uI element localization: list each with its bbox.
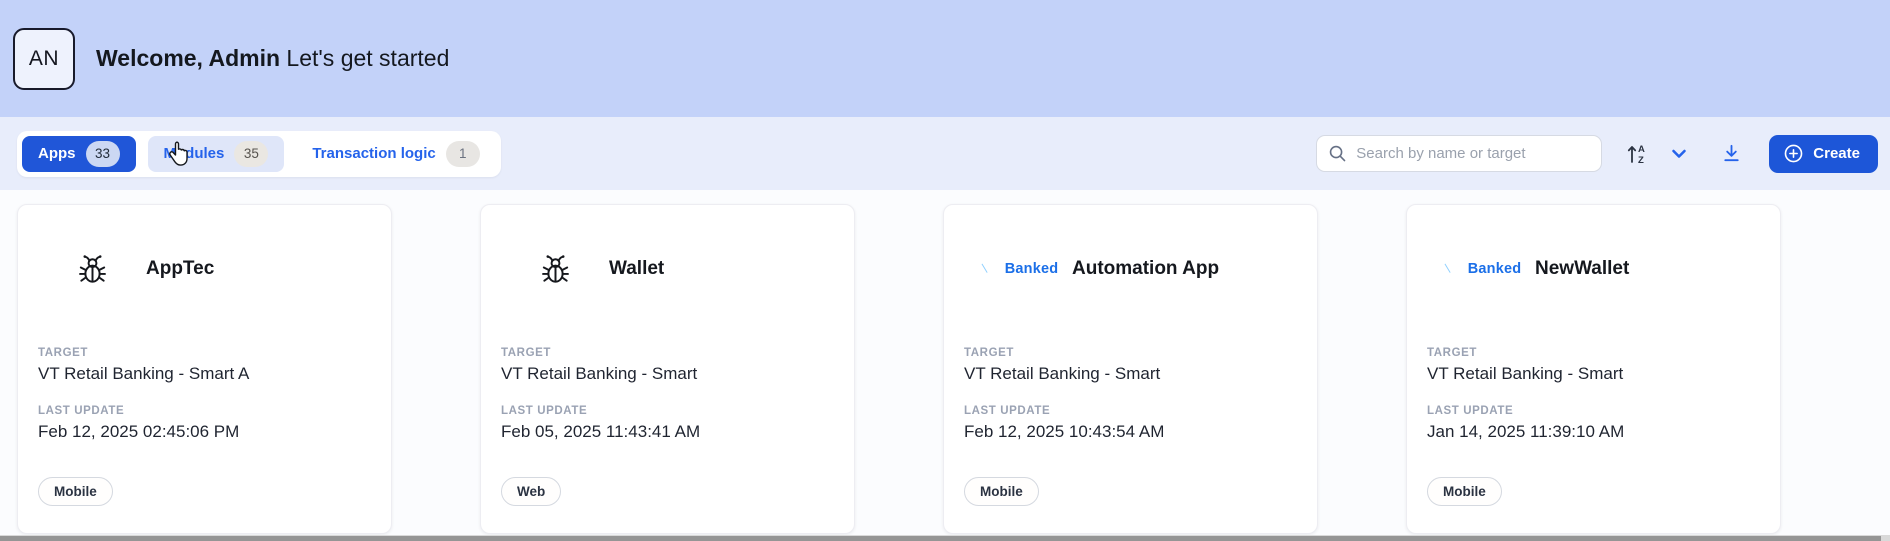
main-content: Banked AppTec TARGET VT Retail Banking -…: [0, 190, 1890, 541]
app-card-title: Automation App: [1072, 258, 1219, 280]
plus-circle-icon: [1783, 143, 1804, 164]
last-update-label: LAST UPDATE: [38, 405, 371, 417]
target-label: TARGET: [38, 347, 371, 359]
last-update-value: Jan 14, 2025 11:39:10 AM: [1427, 422, 1760, 442]
card-header: Banked NewWallet: [1427, 249, 1760, 289]
last-update-value: Feb 05, 2025 11:43:41 AM: [501, 422, 834, 442]
banked-logo: Banked: [978, 260, 1059, 278]
tab-transaction-logic[interactable]: Transaction logic 1: [296, 136, 495, 172]
target-field: TARGET VT Retail Banking - Smart A: [38, 347, 371, 384]
banked-logo-text: Banked: [1468, 261, 1522, 277]
welcome-title: Welcome, Admin Let's get started: [96, 45, 449, 72]
target-label: TARGET: [1427, 347, 1760, 359]
target-field: TARGET VT Retail Banking - Smart: [964, 347, 1297, 384]
sort-az-icon[interactable]: A Z: [1620, 137, 1654, 171]
target-value: VT Retail Banking - Smart A: [38, 364, 371, 384]
horizontal-scrollbar[interactable]: [0, 535, 1890, 541]
target-value: VT Retail Banking - Smart: [1427, 364, 1760, 384]
search-box[interactable]: [1316, 135, 1602, 172]
target-field: TARGET VT Retail Banking - Smart: [1427, 347, 1760, 384]
chevron-down-icon[interactable]: [1664, 139, 1694, 169]
tab-apps[interactable]: Apps 33: [22, 136, 136, 172]
app-icon-box: Banked: [1427, 260, 1535, 278]
sort-group: A Z: [1620, 137, 1694, 171]
app-card[interactable]: Banked Automation App TARGET VT Retail B…: [943, 204, 1318, 534]
tab-modules[interactable]: Modules 35: [148, 136, 285, 172]
scrollbar-thumb[interactable]: [0, 536, 1881, 541]
app-icon-box: Banked: [501, 253, 609, 286]
banked-logo-text: Banked: [1005, 261, 1059, 277]
create-button[interactable]: Create: [1769, 135, 1878, 173]
platform-badge: Web: [501, 477, 561, 506]
toolbar: Apps 33 Modules 35 Transaction logic 1: [0, 117, 1890, 190]
last-update-value: Feb 12, 2025 10:43:54 AM: [964, 422, 1297, 442]
tab-group: Apps 33 Modules 35 Transaction logic 1: [17, 131, 501, 177]
last-update-field: LAST UPDATE Feb 12, 2025 10:43:54 AM: [964, 405, 1297, 442]
create-button-label: Create: [1813, 145, 1860, 162]
bug-icon: [540, 253, 571, 286]
tab-transaction-logic-count: 1: [446, 141, 480, 167]
last-update-field: LAST UPDATE Feb 12, 2025 02:45:06 PM: [38, 405, 371, 442]
last-update-field: LAST UPDATE Feb 05, 2025 11:43:41 AM: [501, 405, 834, 442]
search-icon: [1328, 144, 1347, 163]
last-update-label: LAST UPDATE: [501, 405, 834, 417]
app-card-title: Wallet: [609, 258, 664, 280]
tab-modules-label: Modules: [164, 145, 225, 162]
last-update-field: LAST UPDATE Jan 14, 2025 11:39:10 AM: [1427, 405, 1760, 442]
app-card-title: AppTec: [146, 258, 214, 280]
svg-text:Z: Z: [1638, 155, 1644, 166]
card-header: Banked Wallet: [501, 249, 834, 289]
last-update-label: LAST UPDATE: [1427, 405, 1760, 417]
app-card-title: NewWallet: [1535, 258, 1629, 280]
banked-logo: Banked: [1441, 260, 1522, 278]
target-label: TARGET: [501, 347, 834, 359]
app-icon-box: Banked: [964, 260, 1072, 278]
target-value: VT Retail Banking - Smart: [501, 364, 834, 384]
tab-apps-label: Apps: [38, 145, 76, 162]
download-icon[interactable]: [1716, 138, 1747, 169]
last-update-value: Feb 12, 2025 02:45:06 PM: [38, 422, 371, 442]
card-header: Banked Automation App: [964, 249, 1297, 289]
platform-badge: Mobile: [1427, 477, 1502, 506]
svg-text:A: A: [1638, 144, 1645, 155]
target-label: TARGET: [964, 347, 1297, 359]
search-input[interactable]: [1356, 145, 1590, 162]
avatar[interactable]: AN: [13, 28, 75, 90]
banked-v-icon: [978, 260, 999, 278]
app-card[interactable]: Banked Wallet TARGET VT Retail Banking -…: [480, 204, 855, 534]
toolbar-actions: A Z Create: [1316, 135, 1878, 173]
platform-badge: Mobile: [964, 477, 1039, 506]
tab-modules-count: 35: [234, 141, 268, 167]
app-icon-box: Banked: [38, 253, 146, 286]
card-grid: Banked AppTec TARGET VT Retail Banking -…: [0, 190, 1890, 534]
welcome-bold: Welcome, Admin: [96, 45, 280, 71]
tab-transaction-logic-label: Transaction logic: [312, 145, 435, 162]
platform-badge: Mobile: [38, 477, 113, 506]
bug-icon: [77, 253, 108, 286]
last-update-label: LAST UPDATE: [964, 405, 1297, 417]
app-card[interactable]: Banked AppTec TARGET VT Retail Banking -…: [17, 204, 392, 534]
card-header: Banked AppTec: [38, 249, 371, 289]
tab-apps-count: 33: [86, 141, 120, 167]
app-card[interactable]: Banked NewWallet TARGET VT Retail Bankin…: [1406, 204, 1781, 534]
page-header: AN Welcome, Admin Let's get started: [0, 0, 1890, 117]
banked-v-icon: [1441, 260, 1462, 278]
target-value: VT Retail Banking - Smart: [964, 364, 1297, 384]
welcome-rest: Let's get started: [280, 45, 449, 71]
target-field: TARGET VT Retail Banking - Smart: [501, 347, 834, 384]
